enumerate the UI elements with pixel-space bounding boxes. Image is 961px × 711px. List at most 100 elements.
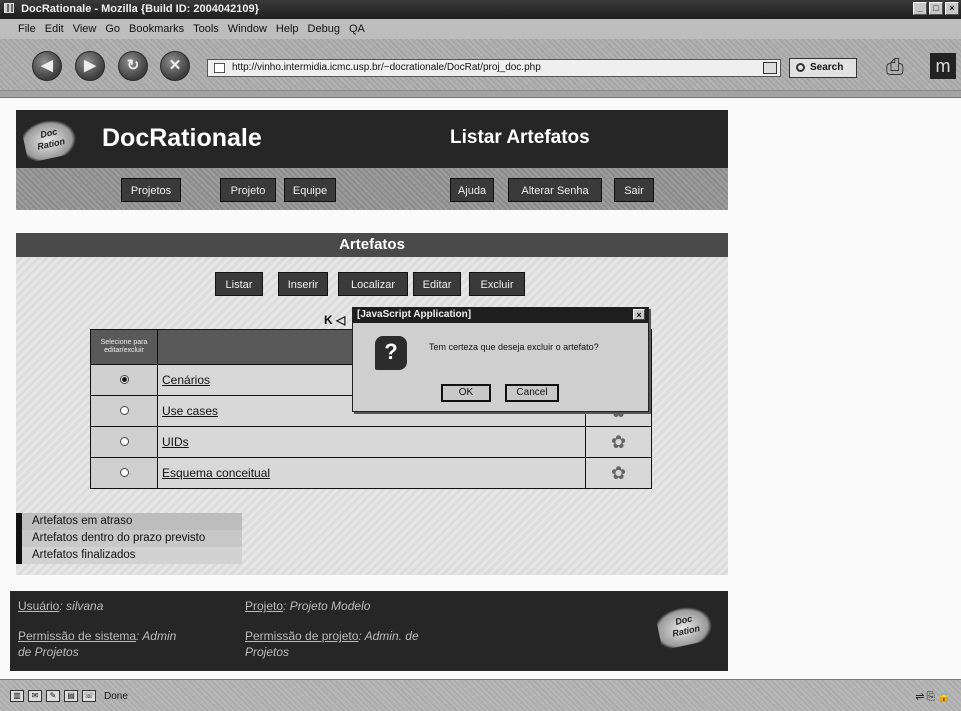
mail-icon[interactable]: ✉ <box>28 690 42 702</box>
dialog-close-button[interactable]: × <box>633 309 645 320</box>
listar-button[interactable]: Listar <box>215 272 263 296</box>
page-icon <box>214 63 225 73</box>
project-permission-value: : Admin. de <box>358 629 419 643</box>
status-flower-icon: ✿ <box>610 431 627 452</box>
menu-help[interactable]: Help <box>276 23 299 39</box>
search-button[interactable]: Search <box>789 58 857 78</box>
artifact-link[interactable]: Cenários <box>162 373 210 387</box>
menu-bookmarks[interactable]: Bookmarks <box>129 23 184 39</box>
section-title: Artefatos <box>16 233 728 257</box>
footer-project-permission: Permissão de projeto: Admin. de <box>245 629 419 643</box>
menu-tools[interactable]: Tools <box>193 23 219 39</box>
component-bar: ▥ ✉ ✎ ▤ ☏ <box>10 690 96 702</box>
nav-projeto[interactable]: Projeto <box>220 178 276 202</box>
menu-qa[interactable]: QA <box>349 23 365 39</box>
localizar-button[interactable]: Localizar <box>338 272 408 296</box>
row-radio-selected[interactable] <box>119 375 129 384</box>
confirm-dialog: [JavaScript Application] × ? Tem certeza… <box>352 307 649 412</box>
menu-debug[interactable]: Debug <box>308 23 340 39</box>
chat-icon[interactable]: ☏ <box>82 690 96 702</box>
footer-project: Projeto: Projeto Modelo <box>245 599 370 613</box>
user-label[interactable]: Usuário <box>18 599 59 613</box>
app-nav: Projetos Projeto Equipe Ajuda Alterar Se… <box>16 168 728 210</box>
app-footer: Usuário: silvana Projeto: Projeto Modelo… <box>10 591 728 671</box>
menu-view[interactable]: View <box>73 23 97 39</box>
status-text: Done <box>104 691 128 702</box>
mozilla-throbber-icon: m <box>930 53 956 79</box>
window-titlebar: DocRationale - Mozilla {Build ID: 200404… <box>0 0 961 19</box>
editar-button[interactable]: Editar <box>413 272 461 296</box>
row-radio[interactable] <box>119 468 129 477</box>
back-arrow-icon[interactable]: ◀ <box>32 51 62 81</box>
navigation-toolbar: ◀ ▶ ↻ ✕ http://vinho.intermidia.icmc.usp… <box>0 39 961 91</box>
menu-go[interactable]: Go <box>105 23 120 39</box>
status-flower-icon: ✿ <box>610 462 627 483</box>
menu-edit[interactable]: Edit <box>45 23 64 39</box>
project-permission-label[interactable]: Permissão de projeto <box>245 629 358 643</box>
search-button-label: Search <box>810 62 844 73</box>
project-permission-value-cont: Projetos <box>245 645 290 659</box>
address-book-icon[interactable]: ▤ <box>64 690 78 702</box>
user-value: : silvana <box>59 599 104 613</box>
search-icon <box>796 63 805 72</box>
url-dropdown-icon[interactable] <box>763 62 777 74</box>
question-icon: ? <box>375 336 407 370</box>
inserir-button[interactable]: Inserir <box>278 272 328 296</box>
footer-docrationale-logo: Doc Ration <box>654 601 716 651</box>
nav-equipe[interactable]: Equipe <box>284 178 336 202</box>
nav-sair[interactable]: Sair <box>614 178 654 202</box>
status-legend: Artefatos em atraso Artefatos dentro do … <box>16 513 242 564</box>
browser-menubar: File Edit View Go Bookmarks Tools Window… <box>0 19 961 39</box>
reload-icon[interactable]: ↻ <box>118 51 148 81</box>
cancel-button[interactable]: Cancel <box>505 384 559 402</box>
legend-late: Artefatos em atraso <box>16 513 242 530</box>
ok-button[interactable]: OK <box>441 384 491 402</box>
app-name: DocRationale <box>102 124 262 152</box>
menu-file[interactable]: File <box>18 23 36 39</box>
mozilla-app-icon <box>4 3 14 13</box>
row-radio[interactable] <box>119 406 129 415</box>
dialog-message: Tem certeza que deseja excluir o artefat… <box>429 342 599 352</box>
minimize-button[interactable]: _ <box>913 2 927 15</box>
excluir-button[interactable]: Excluir <box>469 272 525 296</box>
system-permission-value-cont: de Projetos <box>18 645 79 659</box>
window-title: DocRationale - Mozilla {Build ID: 200404… <box>21 3 259 15</box>
artifact-link[interactable]: Esquema conceitual <box>162 466 270 480</box>
footer-system-permission: Permissão de sistema: Admin <box>18 629 176 643</box>
window-controls: _ □ × <box>913 2 959 15</box>
system-permission-value: : Admin <box>136 629 177 643</box>
stop-icon[interactable]: ✕ <box>160 51 190 81</box>
legend-on-time: Artefatos dentro do prazo previsto <box>16 530 242 547</box>
menu-window[interactable]: Window <box>228 23 267 39</box>
dialog-titlebar: [JavaScript Application] × <box>353 308 648 323</box>
navigator-icon[interactable]: ▥ <box>10 690 24 702</box>
url-field[interactable]: http://vinho.intermidia.icmc.usp.br/~doc… <box>207 59 781 77</box>
nav-ajuda[interactable]: Ajuda <box>450 178 494 202</box>
print-icon[interactable]: ⎙ <box>886 55 916 79</box>
composer-icon[interactable]: ✎ <box>46 690 60 702</box>
page-title: Listar Artefatos <box>450 127 590 148</box>
table-row: UIDs ✿ <box>90 426 652 458</box>
row-radio[interactable] <box>119 437 129 446</box>
select-column-header: Selecione para editar/excluir <box>90 329 158 365</box>
dialog-title: [JavaScript Application] <box>357 309 472 320</box>
maximize-button[interactable]: □ <box>929 2 943 15</box>
project-label[interactable]: Projeto <box>245 599 283 613</box>
toolbar-grip[interactable] <box>0 91 961 98</box>
artifact-link[interactable]: UIDs <box>162 435 189 449</box>
close-window-button[interactable]: × <box>945 2 959 15</box>
artifact-link[interactable]: Use cases <box>162 404 218 418</box>
legend-finished: Artefatos finalizados <box>16 547 242 564</box>
security-online-icons: ⇌⎘🔒 <box>915 691 953 703</box>
nav-projetos[interactable]: Projetos <box>121 178 181 202</box>
nav-alterar-senha[interactable]: Alterar Senha <box>508 178 602 202</box>
project-value: : Projeto Modelo <box>283 599 371 613</box>
docrationale-logo: Doc Ration <box>20 115 80 163</box>
footer-user: Usuário: silvana <box>18 599 103 613</box>
pager-first-prev[interactable]: K ◁ <box>324 313 345 327</box>
system-permission-label[interactable]: Permissão de sistema <box>18 629 136 643</box>
app-header: Doc Ration DocRationale Listar Artefatos <box>16 110 728 168</box>
forward-arrow-icon[interactable]: ▶ <box>75 51 105 81</box>
url-text: http://vinho.intermidia.icmc.usp.br/~doc… <box>232 62 541 73</box>
browser-statusbar: ▥ ✉ ✎ ▤ ☏ Done ⇌⎘🔒 <box>0 679 961 711</box>
